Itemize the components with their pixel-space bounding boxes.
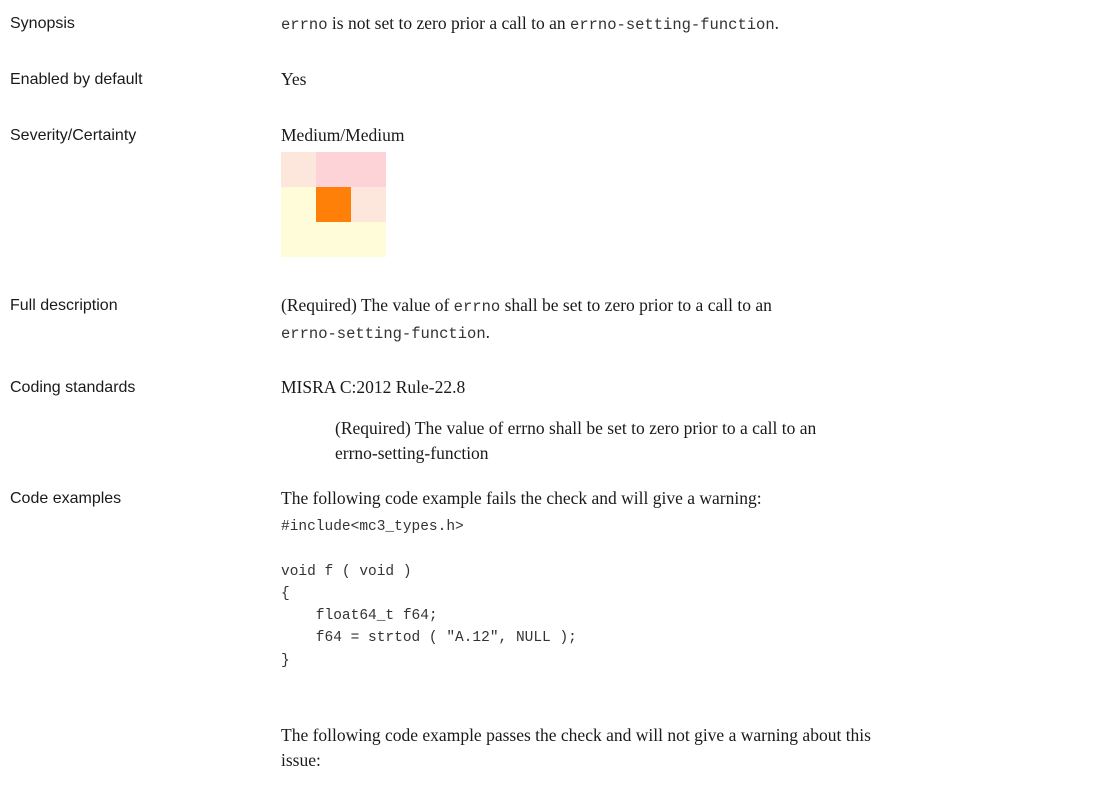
coding-standard-name: MISRA C:2012 Rule-22.8 xyxy=(281,377,466,397)
enabled-label: Enabled by default xyxy=(10,71,143,88)
pass-example-intro-line1: The following code example passes the ch… xyxy=(281,725,871,745)
synopsis-text-part1: is not set to zero prior a call to an xyxy=(327,13,571,33)
full-description-part1: (Required) The value of xyxy=(281,295,454,315)
matrix-cell xyxy=(281,222,316,257)
fail-code-block: #include<mc3_types.h> void f ( void ) { … xyxy=(281,519,577,669)
pass-example-intro-line2: issue: xyxy=(281,750,321,770)
matrix-cell xyxy=(351,222,386,257)
matrix-cell xyxy=(316,152,351,187)
severity-certainty-matrix xyxy=(281,152,386,257)
matrix-cell xyxy=(351,152,386,187)
matrix-cell-selected xyxy=(316,187,351,222)
rule-documentation-page: Synopsis errno is not set to zero prior … xyxy=(0,0,1103,808)
matrix-cell xyxy=(281,187,316,222)
synopsis-text: errno is not set to zero prior a call to… xyxy=(281,11,1081,38)
full-description-code-function: errno-setting-function xyxy=(281,325,486,343)
matrix-cell xyxy=(351,187,386,222)
matrix-cell xyxy=(281,152,316,187)
full-description-text: (Required) The value of errno shall be s… xyxy=(281,293,1081,347)
full-description-part3: . xyxy=(485,322,491,342)
matrix-cell xyxy=(316,222,351,257)
synopsis-code-errno: errno xyxy=(281,16,328,34)
full-description-part2: shall be set to zero prior to a call to … xyxy=(500,295,772,315)
pass-example-intro: The following code example passes the ch… xyxy=(281,723,1081,773)
code-examples-label: Code examples xyxy=(10,490,122,507)
synopsis-label: Synopsis xyxy=(10,15,75,32)
coding-standard-description-line1: (Required) The value of errno shall be s… xyxy=(335,418,817,438)
enabled-value: Yes xyxy=(281,69,307,89)
severity-label: Severity/Certainty xyxy=(10,127,137,144)
coding-standards-label: Coding standards xyxy=(10,379,136,396)
full-description-code-errno: errno xyxy=(453,298,501,316)
full-description-label: Full description xyxy=(10,297,118,314)
synopsis-code-function: errno-setting-function xyxy=(570,16,775,34)
coding-standard-description-line2: errno-setting-function xyxy=(335,443,489,463)
fail-example-intro: The following code example fails the che… xyxy=(281,488,762,508)
synopsis-text-part2: . xyxy=(774,13,780,33)
coding-standard-description: (Required) The value of errno shall be s… xyxy=(335,416,1035,466)
severity-value: Medium/Medium xyxy=(281,125,405,145)
